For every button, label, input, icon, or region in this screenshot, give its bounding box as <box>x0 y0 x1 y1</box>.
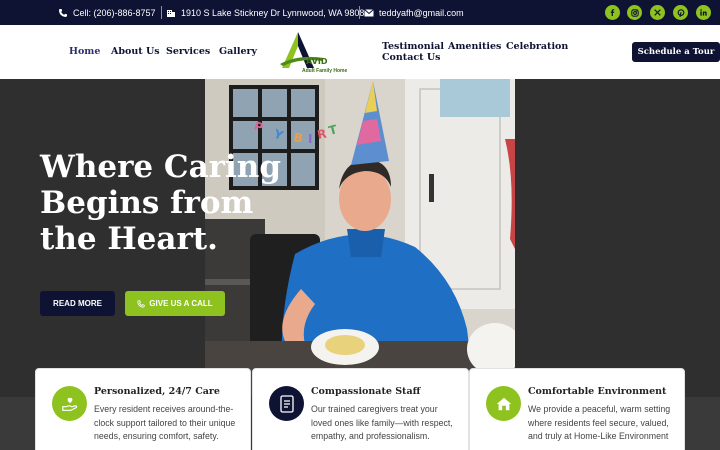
instagram-icon[interactable] <box>627 5 642 20</box>
address-contact[interactable]: 1910 S Lake Stickney Dr Lynnwood, WA 980… <box>166 0 369 25</box>
phone-icon <box>59 8 67 17</box>
nav-testimonial[interactable]: Testimonial <box>382 41 444 52</box>
phone-text: Cell: (206)-886-8757 <box>73 7 156 18</box>
nav-celebration[interactable]: Celebration <box>506 41 568 52</box>
divider <box>359 6 360 19</box>
nav-contact[interactable]: Contact Us <box>382 52 440 63</box>
nav-gallery[interactable]: Gallery <box>219 46 257 57</box>
divider <box>161 6 162 19</box>
pinterest-icon[interactable] <box>673 5 688 20</box>
hero-title: Where Caring Begins from the Heart. <box>40 149 282 257</box>
facebook-icon[interactable] <box>605 5 620 20</box>
email-text: teddyafh@gmail.com <box>379 7 464 18</box>
home-icon <box>486 386 521 421</box>
main-header: Home About Us Services Gallery AVID Adul… <box>0 25 720 79</box>
read-more-button[interactable]: READ MORE <box>40 291 115 316</box>
building-icon <box>167 9 175 17</box>
logo-tagline: Adult Family Home <box>302 68 348 74</box>
top-contact-bar: Cell: (206)-886-8757 1910 S Lake Stickne… <box>0 0 720 25</box>
svg-text:I: I <box>308 132 312 146</box>
give-call-button[interactable]: GIVE US A CALL <box>125 291 225 316</box>
envelope-icon <box>364 8 374 16</box>
email-contact[interactable]: teddyafh@gmail.com <box>364 0 464 25</box>
document-icon <box>269 386 304 421</box>
nav-home[interactable]: Home <box>69 46 100 57</box>
address-text: 1910 S Lake Stickney Dr Lynnwood, WA 980… <box>181 7 370 18</box>
schedule-tour-button[interactable]: Schedule a Tour <box>632 42 720 62</box>
nav-about[interactable]: About Us <box>111 46 160 57</box>
card-description: We provide a peaceful, warm setting wher… <box>528 404 671 441</box>
linkedin-icon[interactable] <box>696 5 711 20</box>
card-description: Every resident receives around-the-clock… <box>94 404 236 441</box>
feature-card: Comfortable Environment We provide a pea… <box>469 368 685 450</box>
feature-card: Compassionate Staff Our trained caregive… <box>252 368 469 450</box>
card-title: Compassionate Staff <box>311 386 421 397</box>
phone-contact[interactable]: Cell: (206)-886-8757 <box>58 0 156 25</box>
phone-icon <box>137 299 145 308</box>
hero-section: P Y B I R T Where Caring Begins from the… <box>0 79 720 397</box>
caring-hand-icon <box>52 386 87 421</box>
card-description: Our trained caregivers treat your loved … <box>311 404 453 441</box>
x-icon[interactable] <box>650 5 665 20</box>
card-title: Personalized, 24/7 Care <box>94 386 220 397</box>
feature-card: Personalized, 24/7 Care Every resident r… <box>35 368 251 450</box>
give-call-label: GIVE US A CALL <box>149 299 213 308</box>
nav-amenities[interactable]: Amenities <box>448 41 501 52</box>
logo-mark-text: AVID <box>306 57 328 66</box>
nav-services[interactable]: Services <box>166 46 210 57</box>
features-row: Personalized, 24/7 Care Every resident r… <box>35 368 685 450</box>
card-title: Comfortable Environment <box>528 386 667 397</box>
